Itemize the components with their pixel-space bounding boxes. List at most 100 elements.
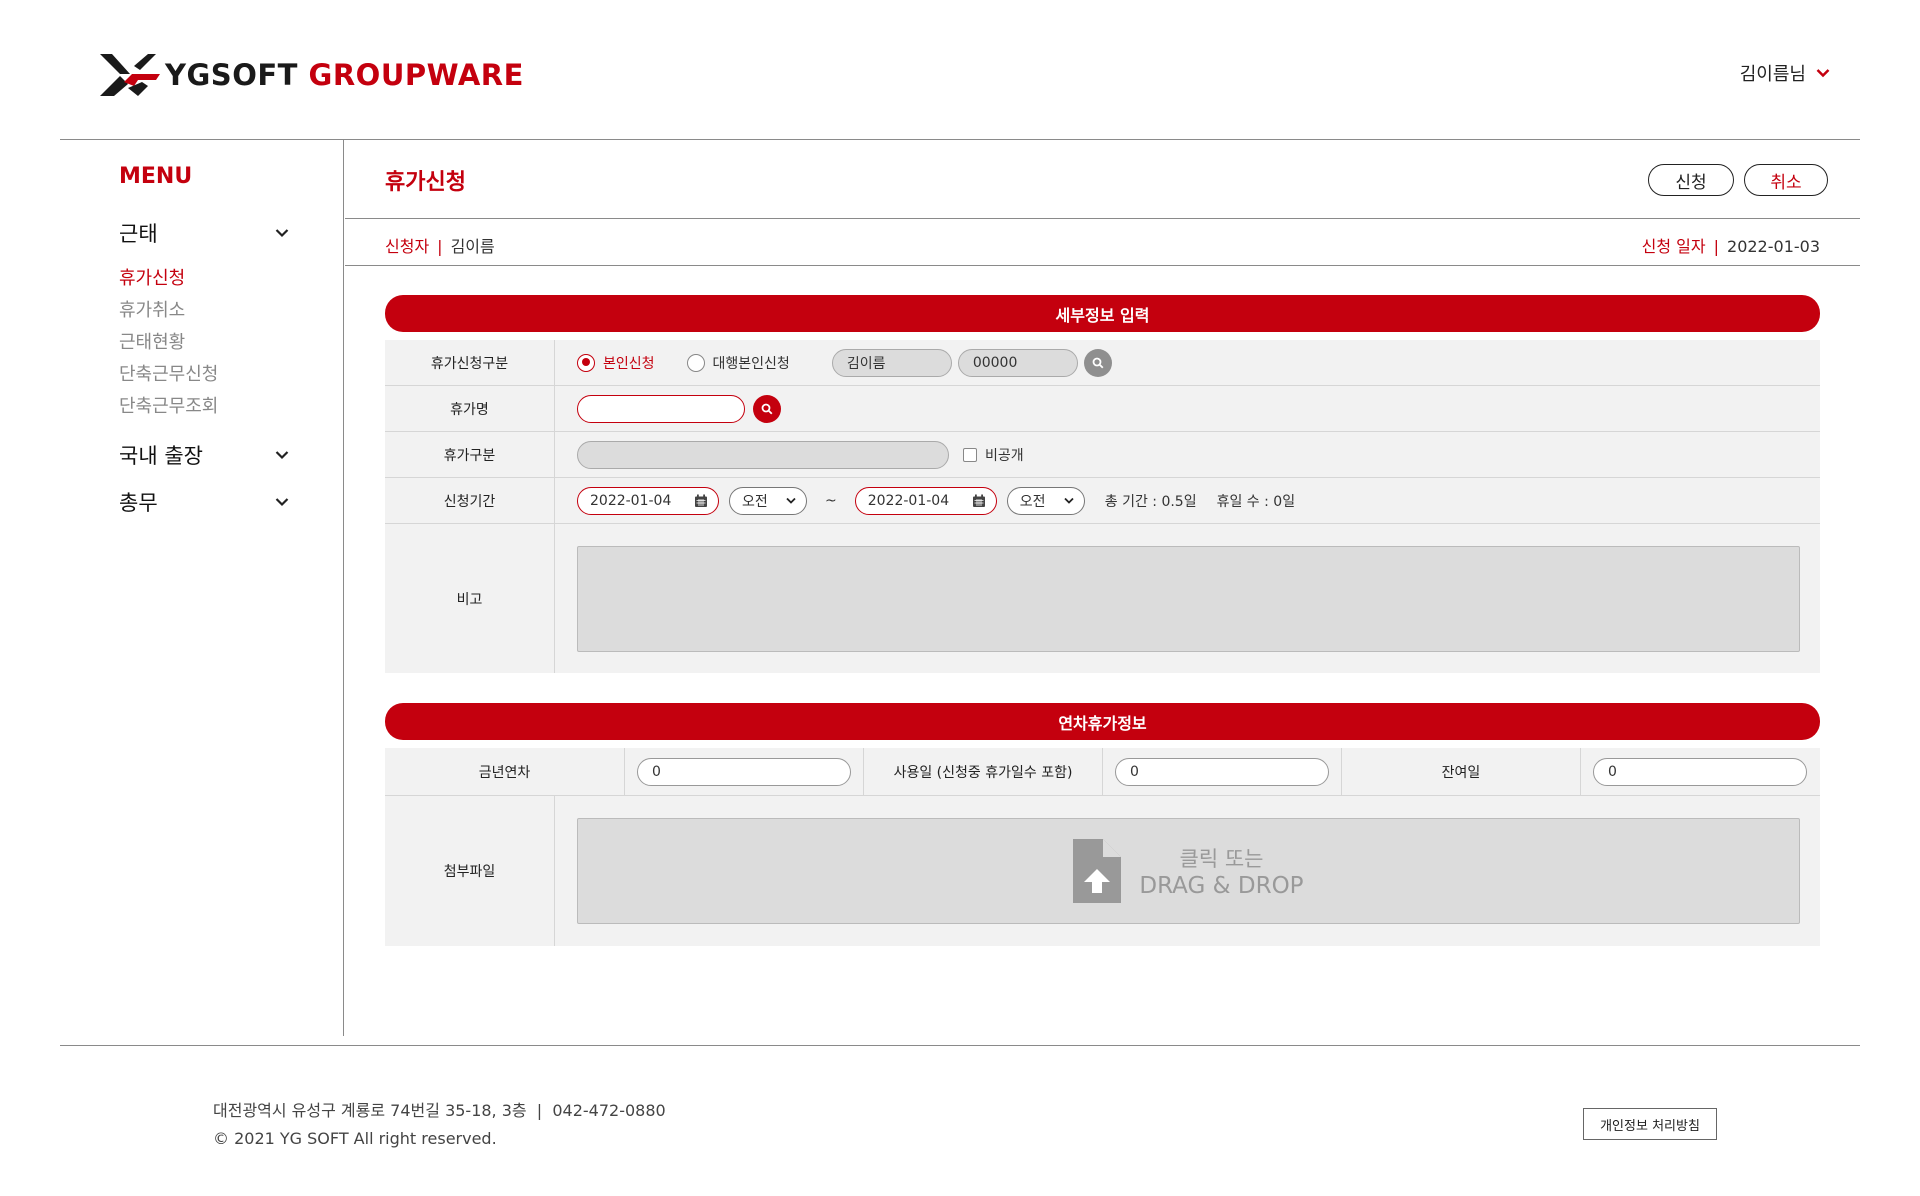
- table-row: 첨부파일 클릭 또는 DRAG & DROP: [385, 796, 1820, 946]
- logo-text: YGSOFT GROUPWARE: [165, 58, 524, 92]
- remaining-days-label: 잔여일: [1341, 748, 1581, 795]
- application-date-info: 신청 일자 | 2022-01-03: [1642, 233, 1820, 257]
- user-menu[interactable]: 김이름님: [1740, 60, 1830, 86]
- proxy-search-button[interactable]: [1083, 348, 1112, 377]
- detail-section-header: 세부정보 입력: [385, 295, 1820, 332]
- sidebar-category-general-affairs[interactable]: 총무: [119, 487, 289, 517]
- footer-address: 대전광역시 유성구 계룡로 74번길 35-18, 3층 | 042-472-0…: [213, 1101, 666, 1120]
- leave-name-search-button[interactable]: [753, 394, 781, 423]
- remark-textarea[interactable]: [577, 546, 1800, 652]
- sidebar-item-short-work-inquiry[interactable]: 단축근무조회: [119, 392, 218, 418]
- upload-file-icon: [1073, 839, 1122, 903]
- attachment-label: 첨부파일: [385, 796, 555, 946]
- this-year-cell: 0: [637, 748, 851, 795]
- checkbox-box: [963, 447, 977, 462]
- search-icon: [1092, 357, 1104, 368]
- footer-info: 대전광역시 유성구 계룡로 74번길 35-18, 3층 | 042-472-0…: [213, 1097, 666, 1153]
- sidebar-item-leave-request[interactable]: 휴가신청: [119, 264, 185, 290]
- menu-title: MENU: [119, 164, 193, 189]
- this-year-input[interactable]: 0: [637, 757, 851, 786]
- radio-label: 대행본인신청: [712, 355, 790, 372]
- radio-self-apply[interactable]: 본인신청: [577, 353, 655, 373]
- checkbox-label: 비공개: [985, 447, 1024, 464]
- proxy-code-field[interactable]: 00000: [957, 348, 1078, 377]
- leave-name-label: 휴가명: [385, 386, 555, 431]
- calendar-icon: [695, 494, 707, 507]
- applicant-info-row: 신청자 | 김이름 신청 일자 | 2022-01-03: [385, 230, 1820, 260]
- header: YGSOFT GROUPWARE 김이름님: [0, 0, 1920, 140]
- remark-label: 비고: [385, 524, 555, 673]
- table-row: 휴가신청구분 본인신청 대행본인신청 김이름 00000: [385, 340, 1820, 386]
- sidebar-item-short-work-request[interactable]: 단축근무신청: [119, 360, 218, 386]
- leave-kind-label: 휴가구분: [385, 432, 555, 477]
- start-date-input[interactable]: 2022-01-04: [577, 486, 719, 515]
- total-period: 총 기간 : 0.5일: [1104, 493, 1197, 510]
- calendar-icon: [972, 494, 985, 507]
- leave-kind-field[interactable]: [577, 440, 949, 469]
- table-row: 금년연차 0 사용일 (신청중 휴가일수 포함) 0 잔여일 0: [385, 748, 1820, 796]
- dropzone-text: 클릭 또는 DRAG & DROP: [1139, 843, 1303, 899]
- sidebar-category-label: 근태: [119, 222, 158, 246]
- logo-text-accent: GROUPWARE: [308, 58, 524, 92]
- radio-proxy-apply[interactable]: 대행본인신청: [686, 353, 790, 373]
- logo[interactable]: YGSOFT GROUPWARE: [98, 52, 524, 98]
- period-tilde: ~: [825, 492, 837, 509]
- remaining-days-input[interactable]: 0: [1593, 757, 1807, 786]
- start-ampm-value: 오전: [742, 493, 768, 510]
- end-date-input[interactable]: 2022-01-04: [854, 486, 997, 515]
- applicant-label: 신청자: [385, 237, 430, 256]
- main-content: 휴가신청 신청 취소 신청자 | 김이름 신청 일자 | 2022-01-03 세부정보…: [345, 140, 1860, 1036]
- end-ampm-value: 오전: [1019, 493, 1046, 510]
- chevron-down-icon: [1816, 69, 1830, 78]
- chevron-down-icon: [275, 229, 289, 238]
- sidebar-item-leave-cancel[interactable]: 휴가취소: [119, 296, 185, 322]
- period-cell: 2022-01-04 오전 ~ 2022-01-04 오전 총 기간 : 0.5…: [577, 478, 1295, 523]
- table-row: 비고: [385, 524, 1820, 673]
- chevron-down-icon: [275, 498, 289, 507]
- footer-copyright: © 2021 YG SOFT All right reserved.: [213, 1129, 497, 1148]
- radio-label: 본인신청: [603, 355, 655, 372]
- separator: |: [1713, 237, 1720, 256]
- end-ampm-select[interactable]: 오전: [1006, 486, 1085, 515]
- apply-button[interactable]: 신청: [1648, 164, 1734, 196]
- proxy-name-field[interactable]: 김이름: [831, 348, 952, 377]
- applicant-name: 김이름: [450, 237, 495, 256]
- detail-table: 휴가신청구분 본인신청 대행본인신청 김이름 00000 휴가명 휴가구분 비공…: [385, 340, 1820, 673]
- sidebar: MENU 근태 휴가신청 휴가취소 근태현황 단축근무신청 단축근무조회 국내 …: [60, 140, 344, 1036]
- chevron-down-icon: [786, 497, 796, 504]
- leave-kind-cell: 비공개: [577, 432, 1024, 477]
- leave-name-cell: [577, 386, 781, 431]
- sidebar-category-label: 총무: [119, 491, 158, 515]
- used-days-label: 사용일 (신청중 휴가일수 포함): [863, 748, 1103, 795]
- annual-table: 금년연차 0 사용일 (신청중 휴가일수 포함) 0 잔여일 0 첨부파일 클릭…: [385, 748, 1820, 946]
- leave-name-input[interactable]: [577, 394, 745, 423]
- period-label: 신청기간: [385, 478, 555, 523]
- start-date-value: 2022-01-04: [590, 492, 672, 509]
- end-date-value: 2022-01-04: [867, 492, 950, 509]
- file-dropzone[interactable]: 클릭 또는 DRAG & DROP: [577, 818, 1800, 924]
- sidebar-category-attendance[interactable]: 근태: [119, 218, 289, 248]
- info-divider: [345, 265, 1860, 266]
- start-ampm-select[interactable]: 오전: [729, 486, 807, 515]
- privacy-policy-button[interactable]: 개인정보 처리방침: [1583, 1108, 1717, 1140]
- sidebar-item-attendance-status[interactable]: 근태현황: [119, 328, 185, 354]
- holiday-count: 휴일 수 : 0일: [1216, 493, 1296, 510]
- used-days-input[interactable]: 0: [1115, 757, 1329, 786]
- sidebar-category-domestic-trip[interactable]: 국내 출장: [119, 440, 289, 470]
- cancel-button[interactable]: 취소: [1744, 164, 1828, 196]
- leave-type-options: 본인신청 대행본인신청 김이름 00000: [577, 340, 1112, 385]
- logo-text-primary: YGSOFT: [165, 58, 298, 92]
- chevron-down-icon: [275, 451, 289, 460]
- sidebar-category-label: 국내 출장: [119, 444, 203, 468]
- logo-icon: [100, 54, 160, 96]
- dropzone-line1: 클릭 또는: [1179, 847, 1264, 871]
- radio-dot: [577, 353, 595, 372]
- annual-section-header: 연차휴가정보: [385, 703, 1820, 740]
- radio-dot: [686, 353, 705, 372]
- this-year-label: 금년연차: [385, 748, 625, 795]
- private-checkbox[interactable]: 비공개: [963, 445, 1024, 465]
- user-name: 김이름님: [1739, 64, 1806, 85]
- page-title: 휴가신청: [385, 170, 466, 195]
- application-date-value: 2022-01-03: [1727, 237, 1820, 256]
- search-icon: [761, 403, 773, 414]
